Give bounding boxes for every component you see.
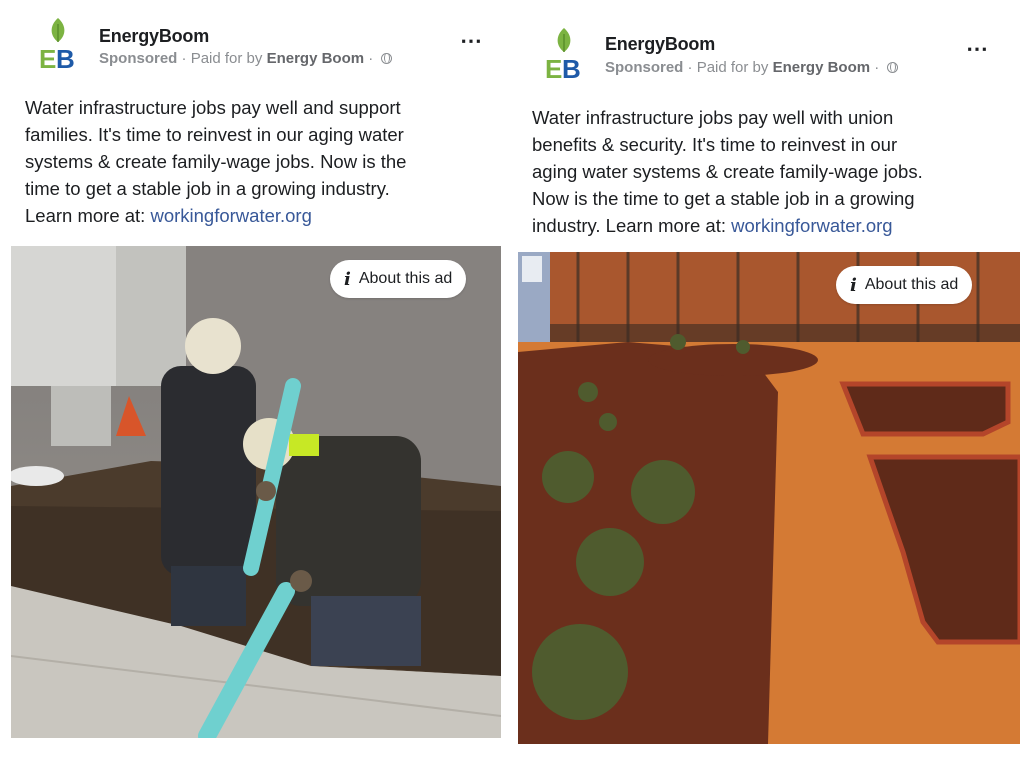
body-line: Water infrastructure jobs pay well with … — [532, 107, 894, 128]
body-line: aging water systems & create family-wage… — [532, 161, 923, 182]
more-options-icon[interactable]: ⋯ — [460, 30, 483, 52]
about-this-ad-button[interactable]: i About this ad — [330, 260, 467, 298]
svg-text:B: B — [56, 44, 75, 72]
ad-card-right: E B EnergyBoom Sponsored · Paid for by E… — [512, 0, 1024, 759]
energyboom-logo[interactable]: E B — [544, 26, 584, 82]
about-this-ad-label: About this ad — [864, 276, 959, 293]
body-line-learn-more: Learn more at: workingforwater.org — [25, 202, 406, 229]
website-link[interactable]: workingforwater.org — [731, 215, 892, 236]
globe-icon — [381, 53, 393, 64]
meta-separator: · — [870, 59, 884, 76]
sponsored-meta: Sponsored · Paid for by Energy Boom · — [99, 50, 393, 67]
meta-separator: · — [177, 50, 191, 67]
about-this-ad-button[interactable]: i About this ad — [836, 266, 973, 304]
ad-card-left: E B EnergyBoom Sponsored · Paid for by E… — [0, 0, 512, 759]
more-options-icon[interactable]: ⋯ — [966, 38, 989, 60]
sponsored-meta: Sponsored · Paid for by Energy Boom · — [605, 59, 899, 76]
ad-image-workers[interactable]: i About this ad — [11, 246, 501, 738]
paid-for-label: Paid for by — [190, 50, 263, 67]
learn-more-label: Learn more at: — [25, 205, 151, 226]
info-icon: i — [850, 274, 857, 296]
meta-separator: · — [683, 59, 697, 76]
svg-text:E: E — [545, 54, 562, 82]
about-this-ad-label: About this ad — [358, 270, 453, 287]
svg-text:B: B — [562, 54, 581, 82]
advertiser-name[interactable]: EnergyBoom — [99, 26, 209, 47]
body-line: benefits & security. It's time to reinve… — [532, 134, 898, 155]
payer-name[interactable]: Energy Boom — [267, 50, 365, 67]
website-link[interactable]: workingforwater.org — [150, 205, 311, 226]
energyboom-logo[interactable]: E B — [38, 16, 78, 72]
body-line: Water infrastructure jobs pay well and s… — [25, 97, 401, 118]
ad-body-text: Water infrastructure jobs pay well and s… — [25, 94, 406, 229]
landscaped-garden-photo — [518, 252, 1020, 744]
paid-for-label: Paid for by — [696, 59, 769, 76]
advertiser-name[interactable]: EnergyBoom — [605, 34, 715, 55]
ad-body-text: Water infrastructure jobs pay well with … — [532, 104, 923, 239]
ad-image-garden[interactable]: i About this ad — [518, 252, 1020, 744]
sponsored-label: Sponsored — [605, 59, 684, 76]
payer-name[interactable]: Energy Boom — [773, 59, 871, 76]
body-line: systems & create family-wage jobs. Now i… — [25, 151, 407, 172]
sponsored-label: Sponsored — [99, 50, 178, 67]
meta-separator: · — [364, 50, 378, 67]
body-line: families. It's time to reinvest in our a… — [25, 124, 404, 145]
learn-more-label: industry. Learn more at: — [532, 215, 732, 236]
info-icon: i — [344, 268, 351, 290]
body-line: time to get a stable job in a growing in… — [25, 178, 390, 199]
svg-text:E: E — [39, 44, 56, 72]
globe-icon — [887, 62, 899, 73]
body-line: Now is the time to get a stable job in a… — [532, 188, 915, 209]
workers-pipe-trench-photo — [11, 246, 501, 738]
body-line-learn-more: industry. Learn more at: workingforwater… — [532, 212, 923, 239]
